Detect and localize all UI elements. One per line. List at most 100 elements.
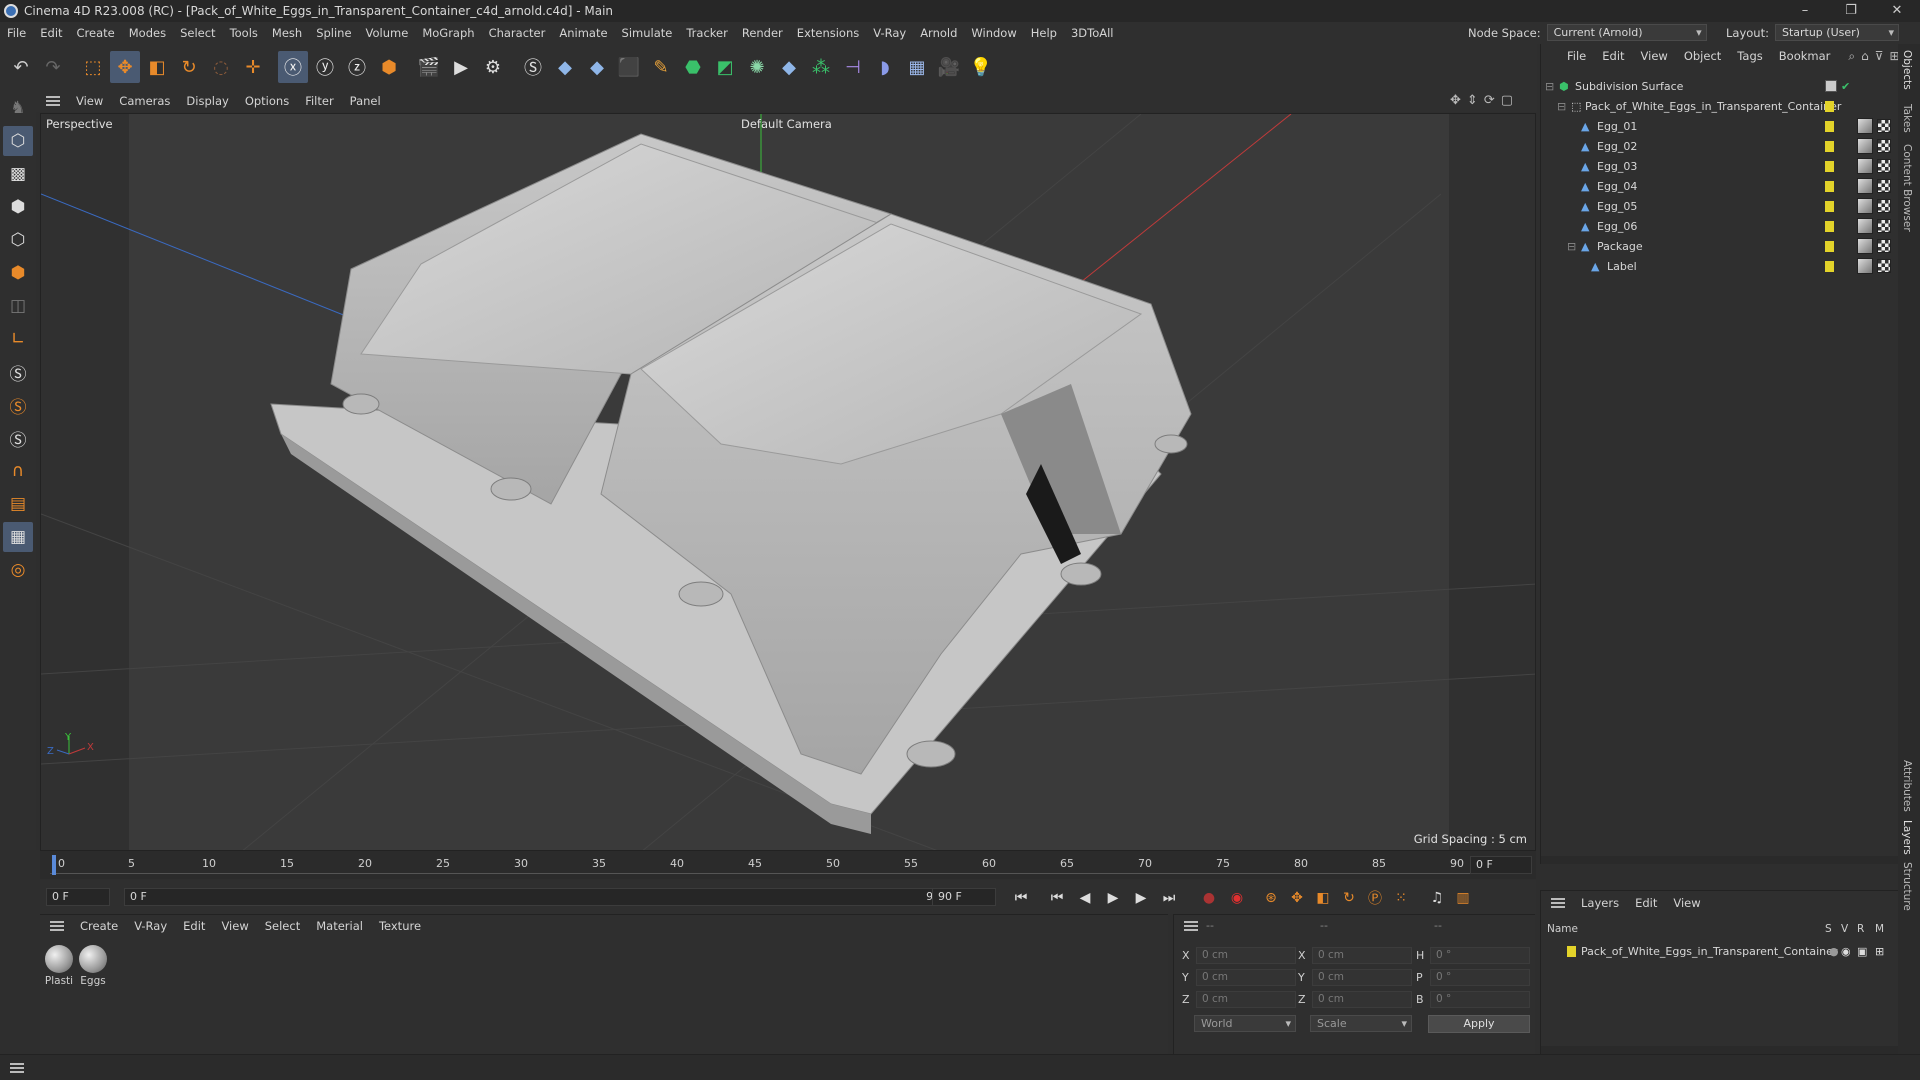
magnet-icon[interactable]: ∩: [3, 456, 33, 486]
prev-key-icon[interactable]: ⏮: [1046, 887, 1068, 909]
viewport-menu-panel[interactable]: Panel: [342, 94, 389, 108]
layer-color-swatch[interactable]: [1825, 120, 1834, 132]
layer-manager-scrollbar[interactable]: [1541, 1046, 1899, 1054]
tab-content-browser[interactable]: Content Browser: [1901, 144, 1913, 232]
object-row[interactable]: ⊟ ▲ Package: [1541, 236, 1899, 256]
material-swatch[interactable]: Eggs: [78, 945, 108, 987]
layer-row[interactable]: Pack_of_White_Eggs_in_Transparent_Contai…: [1541, 941, 1899, 961]
floor-icon[interactable]: ▦: [902, 51, 932, 83]
tab-objects[interactable]: Objects: [1901, 50, 1913, 90]
material-tag-icon[interactable]: [1857, 218, 1873, 234]
size-x-field[interactable]: 0 cm: [1312, 947, 1412, 964]
viewport-menu-options[interactable]: Options: [237, 94, 297, 108]
object-manager-scrollbar[interactable]: [1541, 856, 1899, 864]
extrude-icon[interactable]: ◩: [710, 51, 740, 83]
model-mode-icon[interactable]: ⬡: [3, 126, 33, 156]
menu-extensions[interactable]: Extensions: [790, 26, 866, 40]
layer-color-swatch[interactable]: [1567, 945, 1576, 957]
layer-color-swatch[interactable]: [1825, 200, 1834, 212]
obj-menu-tags[interactable]: Tags: [1729, 49, 1770, 63]
edge-mode-icon[interactable]: ⬡: [3, 225, 33, 255]
menu-mograph[interactable]: MoGraph: [415, 26, 481, 40]
layer-manager-icon[interactable]: ⊞: [1875, 945, 1884, 958]
point-mode-icon[interactable]: ⬢: [3, 192, 33, 222]
mat-menu-texture[interactable]: Texture: [371, 919, 429, 933]
key-scale-icon[interactable]: ◧: [1312, 887, 1334, 909]
node-space-dropdown[interactable]: Current (Arnold): [1546, 24, 1707, 41]
current-frame-field[interactable]: 0 F: [1470, 856, 1532, 874]
menu-file[interactable]: File: [0, 26, 33, 40]
y-axis-lock-icon[interactable]: ⓨ: [310, 51, 340, 83]
key-position-icon[interactable]: ✥: [1286, 887, 1308, 909]
coord-mode-dropdown[interactable]: Scale: [1310, 1015, 1412, 1032]
z-axis-lock-icon[interactable]: ⓩ: [342, 51, 372, 83]
layer-color-swatch[interactable]: [1825, 160, 1834, 172]
object-row[interactable]: ▲ Egg_02: [1541, 136, 1899, 156]
apply-button[interactable]: Apply: [1428, 1015, 1530, 1033]
coordinate-system-icon[interactable]: ⬢: [374, 51, 404, 83]
layout-dropdown[interactable]: Startup (User): [1774, 24, 1899, 41]
viewport-menu-display[interactable]: Display: [178, 94, 236, 108]
subdivision-icon[interactable]: ⬣: [678, 51, 708, 83]
object-row[interactable]: ▲ Label: [1541, 256, 1899, 276]
menu-3dtoall[interactable]: 3DToAll: [1064, 26, 1121, 40]
layer-color-swatch[interactable]: [1825, 260, 1834, 272]
uvw-tag-icon[interactable]: [1877, 199, 1891, 213]
transform-tool-icon[interactable]: ✛: [238, 51, 268, 83]
coords-menu-icon[interactable]: [1184, 921, 1198, 931]
rot-b-field[interactable]: 0 °: [1430, 991, 1530, 1008]
python-icon-2[interactable]: ◆: [582, 51, 612, 83]
camera-icon[interactable]: 🎥: [934, 51, 964, 83]
rotate-tool-icon[interactable]: ↻: [174, 51, 204, 83]
soft-selection-icon[interactable]: ◎: [3, 555, 33, 585]
minimize-button[interactable]: –: [1782, 0, 1828, 22]
mograph-icon[interactable]: ⁂: [806, 51, 836, 83]
layer-render-icon[interactable]: ▣: [1857, 945, 1867, 958]
render-settings-icon[interactable]: ⚙: [478, 51, 508, 83]
obj-menu-edit[interactable]: Edit: [1594, 49, 1632, 63]
x-axis-lock-icon[interactable]: ⓧ: [278, 51, 308, 83]
layer-color-swatch[interactable]: [1825, 140, 1834, 152]
tab-layers[interactable]: Layers: [1901, 820, 1913, 855]
auto-key-icon[interactable]: ◉: [1226, 887, 1248, 909]
menu-mesh[interactable]: Mesh: [265, 26, 309, 40]
layer-color-swatch[interactable]: [1825, 220, 1834, 232]
tab-structure[interactable]: Structure: [1901, 862, 1913, 911]
tab-attributes[interactable]: Attributes: [1901, 760, 1913, 812]
motion-mixer-icon[interactable]: ▥: [1452, 887, 1474, 909]
layer-menu-view[interactable]: View: [1665, 896, 1708, 910]
redo-icon[interactable]: ↷: [38, 51, 68, 83]
layer-menu-layers[interactable]: Layers: [1573, 896, 1627, 910]
python-icon-3[interactable]: ◆: [774, 51, 804, 83]
maximize-button[interactable]: ❐: [1828, 0, 1874, 22]
workplane-icon[interactable]: ▤: [3, 489, 33, 519]
material-tag-icon[interactable]: [1857, 258, 1873, 274]
timeline-window-icon[interactable]: ♫: [1426, 887, 1448, 909]
pos-z-field[interactable]: 0 cm: [1196, 991, 1296, 1008]
scale-tool-icon[interactable]: ◧: [142, 51, 172, 83]
vray-icon[interactable]: Ⓢ: [518, 51, 548, 83]
menu-edit[interactable]: Edit: [33, 26, 69, 40]
menu-tools[interactable]: Tools: [223, 26, 265, 40]
viewport-menu-view[interactable]: View: [68, 94, 111, 108]
deformer-icon[interactable]: ⊣: [838, 51, 868, 83]
polygon-mode-icon[interactable]: ⬢: [3, 258, 33, 288]
layer-color-swatch[interactable]: [1825, 240, 1834, 252]
texture-mode-icon[interactable]: ▩: [3, 159, 33, 189]
object-row[interactable]: ▲ Egg_04: [1541, 176, 1899, 196]
grid-icon[interactable]: ▦: [3, 522, 33, 552]
size-y-field[interactable]: 0 cm: [1312, 969, 1412, 986]
enabled-check-icon[interactable]: ✔: [1841, 80, 1850, 93]
material-menu-icon[interactable]: [50, 921, 64, 931]
viewport-menu-icon[interactable]: [46, 96, 60, 106]
goto-end-icon[interactable]: ⏭: [1158, 887, 1180, 909]
material-tag-icon[interactable]: [1857, 118, 1873, 134]
menu-volume[interactable]: Volume: [359, 26, 416, 40]
expand-toggle-icon[interactable]: ⊟: [1567, 240, 1576, 253]
obj-menu-bookmarks[interactable]: Bookmar: [1771, 49, 1839, 63]
pos-y-field[interactable]: 0 cm: [1196, 969, 1296, 986]
render-picture-viewer-icon[interactable]: ▶: [446, 51, 476, 83]
object-row[interactable]: ⊟ ⬢ Subdivision Surface ✔: [1541, 76, 1899, 96]
layer-tag-icon[interactable]: [1825, 80, 1837, 92]
start-frame-field[interactable]: 0 F: [46, 888, 110, 906]
